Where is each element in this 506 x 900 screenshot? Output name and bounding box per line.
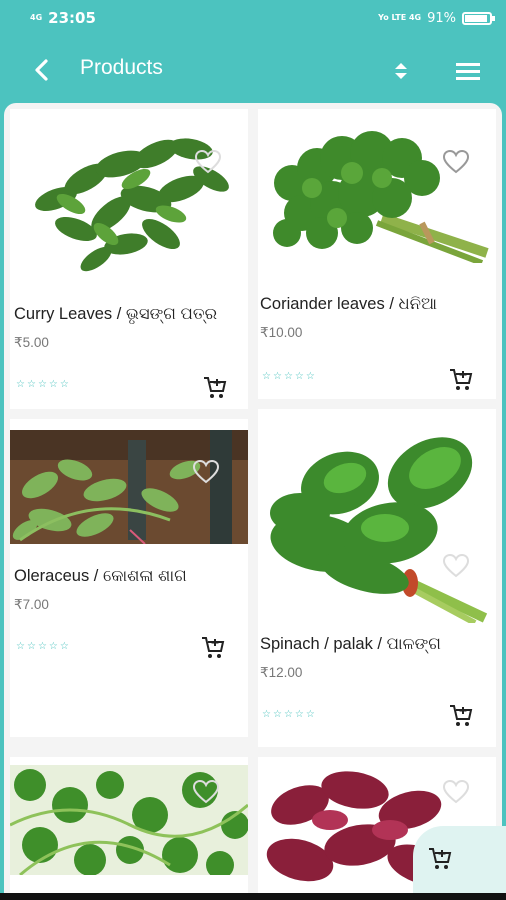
sort-icon[interactable] [386, 56, 416, 86]
product-price: ₹7.00 [14, 597, 49, 612]
favorite-heart-icon[interactable] [442, 553, 470, 579]
status-time: 23:05 [48, 9, 96, 27]
star-icon: ☆ [294, 709, 304, 720]
product-rating: ☆ ☆ ☆ ☆ ☆ [262, 709, 315, 720]
product-card[interactable]: Coriander leaves / ଧନିଆ ₹10.00 ☆ ☆ ☆ ☆ ☆ [258, 109, 496, 399]
product-card[interactable] [10, 757, 248, 900]
product-name: Curry Leaves / ଭୃସଙ୍ଗ ପତ୍ର [14, 305, 218, 323]
battery-percent: 91% [427, 10, 456, 26]
star-icon: ☆ [48, 641, 58, 652]
network-indicator-right: Yo LTE 4G [378, 13, 422, 22]
product-rating: ☆ ☆ ☆ ☆ ☆ [16, 379, 69, 390]
star-icon: ☆ [16, 379, 25, 390]
star-icon: ☆ [272, 371, 282, 382]
system-navigation-bar [0, 893, 506, 900]
star-icon: ☆ [272, 709, 282, 720]
product-rating: ☆ ☆ ☆ ☆ ☆ [16, 641, 69, 652]
product-rating: ☆ ☆ ☆ ☆ ☆ [262, 371, 315, 382]
product-price: ₹5.00 [14, 335, 49, 350]
star-icon: ☆ [48, 379, 58, 390]
page-title: Products [80, 56, 163, 79]
star-icon: ☆ [262, 709, 271, 720]
star-icon: ☆ [283, 709, 293, 720]
add-to-cart-icon[interactable] [202, 375, 228, 401]
product-name: Oleraceus / କୋଶଳା ଶାଗ [14, 567, 187, 585]
product-name: Coriander leaves / ଧନିଆ [260, 295, 437, 313]
cart-icon[interactable] [427, 846, 453, 872]
menu-icon[interactable] [452, 56, 484, 86]
favorite-heart-icon[interactable] [194, 149, 222, 175]
battery-icon [462, 11, 495, 25]
product-grid: Curry Leaves / ଭୃସଙ୍ଗ ପତ୍ର ₹5.00 ☆ ☆ ☆ ☆ ☆ [4, 103, 502, 900]
star-icon: ☆ [294, 371, 304, 382]
star-icon: ☆ [37, 641, 47, 652]
star-icon: ☆ [16, 641, 25, 652]
favorite-heart-icon[interactable] [442, 149, 470, 175]
star-icon: ☆ [59, 641, 69, 652]
favorite-heart-icon[interactable] [192, 779, 220, 805]
product-image [35, 138, 229, 272]
favorite-heart-icon[interactable] [192, 459, 220, 485]
product-name: Spinach / palak / ପାଳଙ୍ଗ [260, 635, 441, 653]
star-icon: ☆ [26, 641, 36, 652]
product-image [270, 437, 488, 623]
app-bar: Products [0, 36, 506, 104]
star-icon: ☆ [59, 379, 69, 390]
star-icon: ☆ [305, 371, 315, 382]
star-icon: ☆ [262, 371, 271, 382]
favorite-heart-icon[interactable] [442, 779, 470, 805]
add-to-cart-icon[interactable] [448, 367, 474, 393]
product-price: ₹10.00 [260, 325, 303, 340]
star-icon: ☆ [26, 379, 36, 390]
add-to-cart-icon[interactable] [200, 635, 226, 661]
product-image [10, 430, 248, 544]
star-icon: ☆ [37, 379, 47, 390]
product-image [273, 131, 489, 263]
product-price: ₹12.00 [260, 665, 303, 680]
star-icon: ☆ [283, 371, 293, 382]
back-arrow-icon[interactable] [26, 54, 58, 86]
star-icon: ☆ [305, 709, 315, 720]
product-card[interactable]: Curry Leaves / ଭୃସଙ୍ଗ ପତ୍ର ₹5.00 ☆ ☆ ☆ ☆ ☆ [10, 109, 248, 409]
add-to-cart-icon[interactable] [448, 703, 474, 729]
status-bar: 4G 23:05 Yo LTE 4G 91% [0, 0, 506, 36]
product-card[interactable]: Oleraceus / କୋଶଳା ଶାଗ ₹7.00 ☆ ☆ ☆ ☆ ☆ [10, 419, 248, 737]
product-card[interactable]: Spinach / palak / ପାଳଙ୍ଗ ₹12.00 ☆ ☆ ☆ ☆ ☆ [258, 409, 496, 747]
network-indicator: 4G [30, 13, 43, 22]
floating-cart-button[interactable] [413, 826, 506, 900]
